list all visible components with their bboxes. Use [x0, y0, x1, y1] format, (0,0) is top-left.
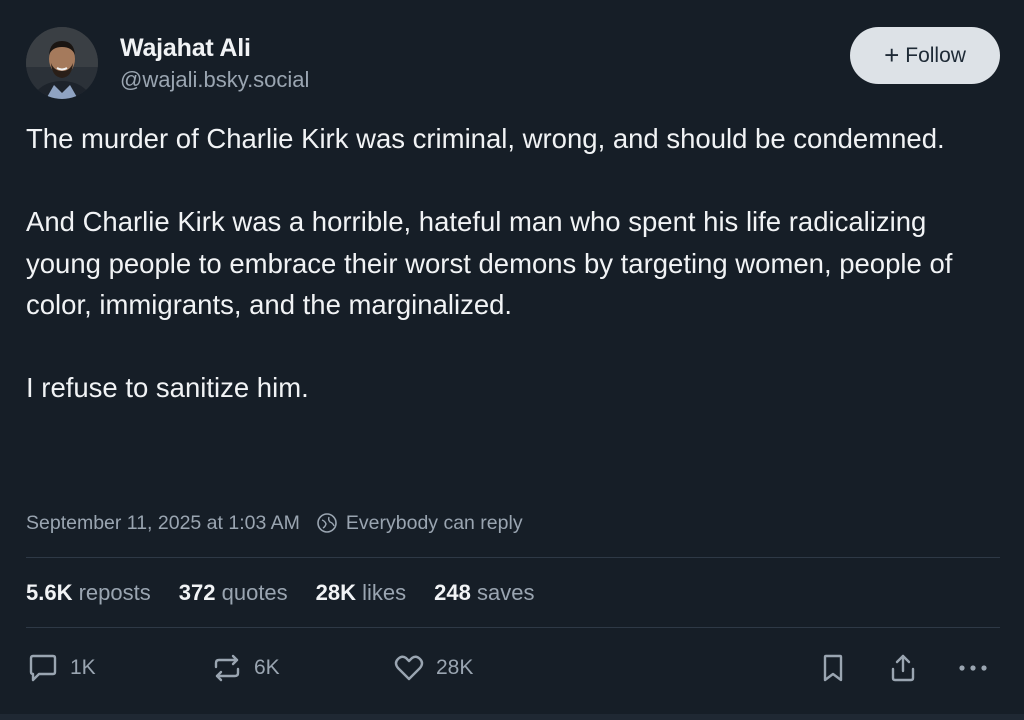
- post-timestamp[interactable]: September 11, 2025 at 1:03 AM: [26, 512, 300, 535]
- quotes-stat[interactable]: 372 quotes: [179, 580, 288, 606]
- divider: [26, 557, 1000, 558]
- reply-button[interactable]: 1K: [26, 648, 96, 688]
- likes-count: 28K: [315, 580, 357, 605]
- like-button[interactable]: 28K: [392, 648, 473, 688]
- share-button[interactable]: [888, 648, 918, 688]
- saves-stat[interactable]: 248 saves: [434, 580, 534, 606]
- post-view: Wajahat Ali @wajali.bsky.social + Follow…: [0, 0, 1024, 720]
- author-info: Wajahat Ali @wajali.bsky.social: [120, 33, 309, 95]
- reply-setting: Everybody can reply: [316, 512, 523, 535]
- follow-button-label: Follow: [905, 43, 966, 67]
- post-header: Wajahat Ali @wajali.bsky.social + Follow: [26, 27, 1000, 101]
- follow-button[interactable]: + Follow: [850, 27, 1000, 84]
- saves-label: saves: [477, 580, 535, 605]
- bookmark-button[interactable]: [818, 648, 848, 688]
- more-options-button[interactable]: [956, 648, 990, 688]
- share-icon: [891, 654, 915, 682]
- bottom-edge: [0, 714, 1024, 720]
- post-stats: 5.6K reposts 372 quotes 28K likes 248 sa…: [26, 576, 563, 610]
- reposts-count: 5.6K: [26, 580, 73, 605]
- reposts-label: reposts: [78, 580, 151, 605]
- post-paragraph: The murder of Charlie Kirk was criminal,…: [26, 123, 945, 154]
- reply-count: 1K: [70, 656, 96, 679]
- author-handle[interactable]: @wajali.bsky.social: [120, 65, 309, 95]
- reposts-stat[interactable]: 5.6K reposts: [26, 580, 151, 606]
- reply-setting-label: Everybody can reply: [345, 511, 523, 534]
- repost-count: 6K: [254, 656, 280, 679]
- reply-bubble-icon: [29, 654, 57, 682]
- repost-icon: [214, 654, 240, 682]
- divider: [26, 627, 1000, 628]
- more-horizontal-icon: [959, 665, 987, 671]
- quotes-count: 372: [178, 580, 216, 605]
- quotes-label: quotes: [221, 580, 288, 605]
- post-paragraph: And Charlie Kirk was a horrible, hateful…: [26, 206, 953, 320]
- avatar-image: [26, 27, 98, 99]
- likes-label: likes: [362, 580, 407, 605]
- heart-icon: [394, 655, 424, 681]
- globe-icon: [317, 513, 337, 533]
- plus-icon: +: [884, 39, 900, 70]
- post-paragraph: I refuse to sanitize him.: [26, 372, 309, 403]
- author-display-name[interactable]: Wajahat Ali: [120, 33, 309, 63]
- repost-button[interactable]: 6K: [210, 648, 280, 688]
- post-text: The murder of Charlie Kirk was criminal,…: [26, 118, 986, 450]
- like-count: 28K: [436, 656, 474, 679]
- avatar[interactable]: [26, 27, 98, 99]
- post-actions: 1K 6K 28K: [26, 648, 1000, 688]
- saves-count: 248: [434, 580, 471, 605]
- likes-stat[interactable]: 28K likes: [316, 580, 407, 606]
- bookmark-icon: [823, 654, 843, 682]
- post-meta: September 11, 2025 at 1:03 AM Everybody …: [26, 508, 523, 538]
